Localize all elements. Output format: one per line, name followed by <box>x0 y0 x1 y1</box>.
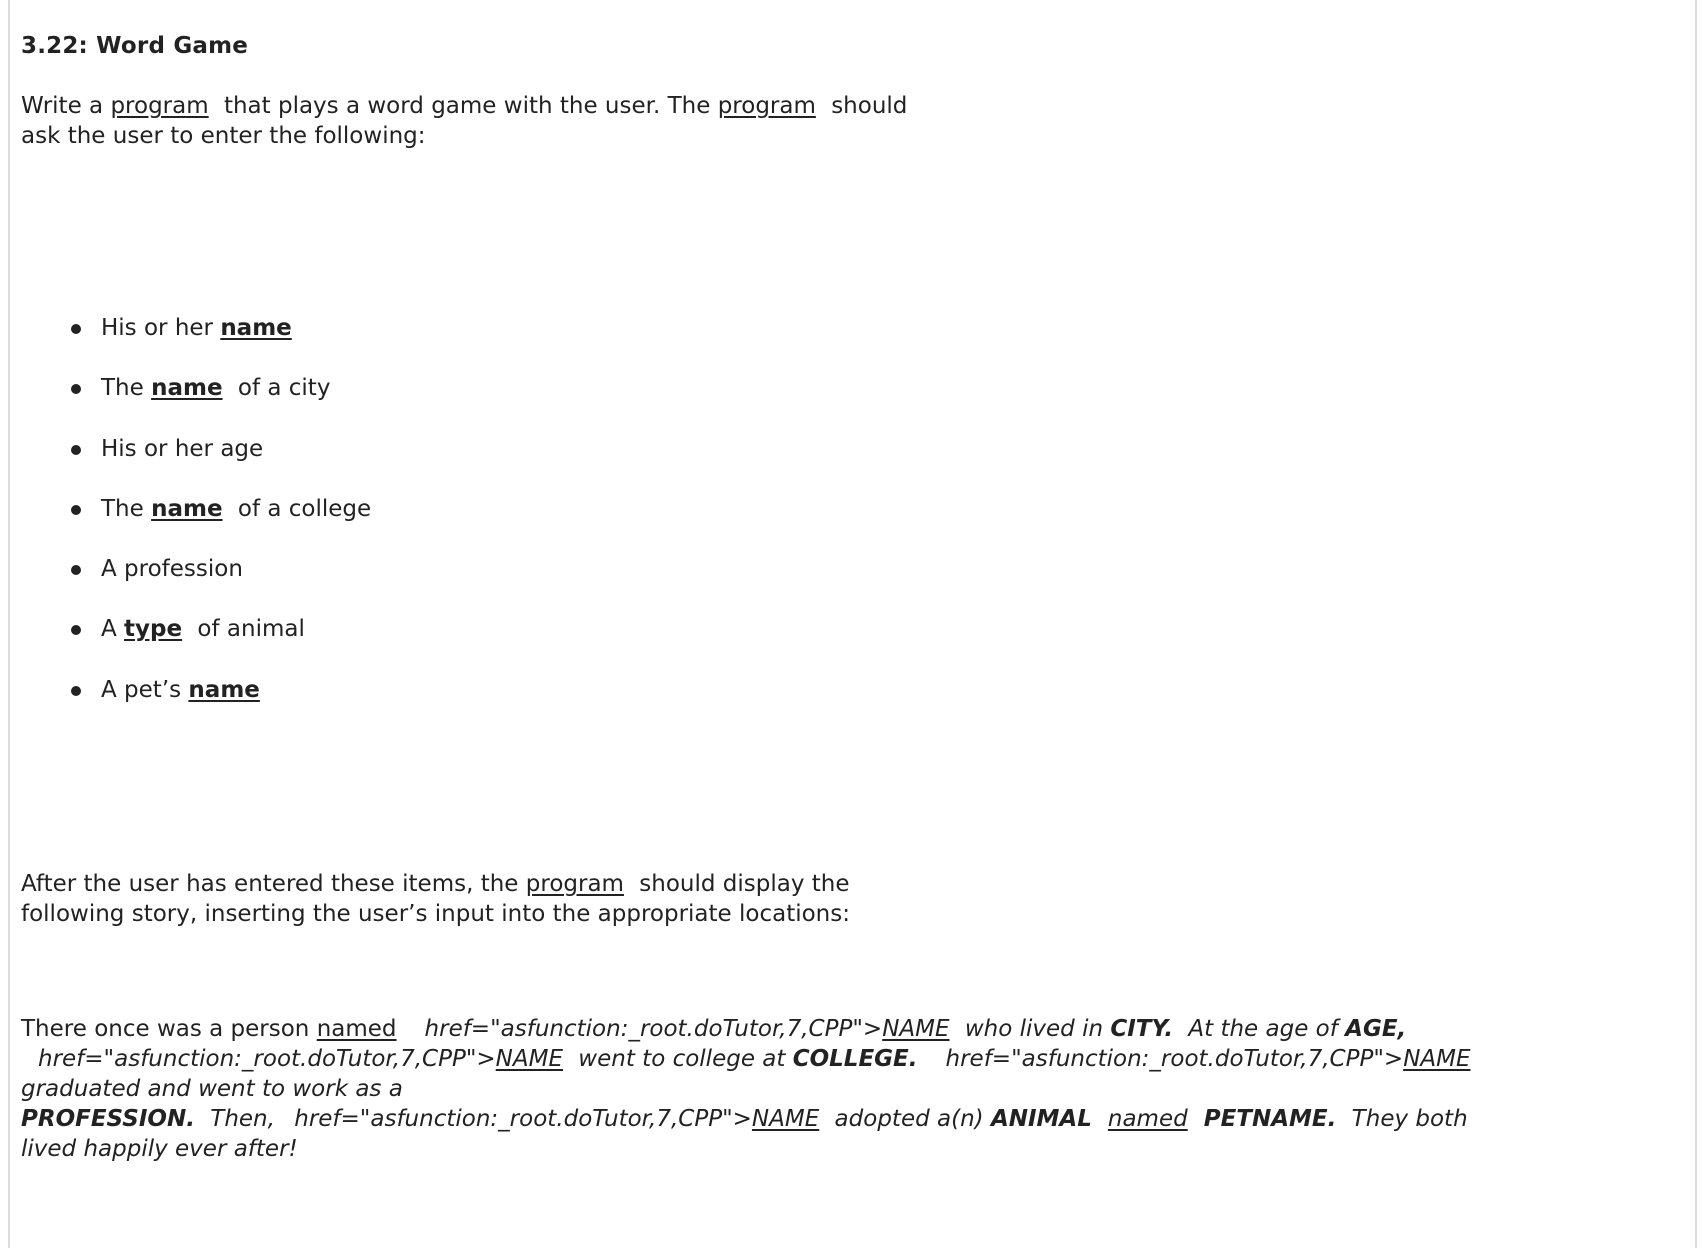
story-line-3: graduated and went to work as a <box>21 1076 403 1102</box>
glossary-link-type[interactable]: type <box>124 616 182 642</box>
list-item-text: His or her <box>101 315 221 341</box>
list-item: A profession <box>21 554 371 614</box>
list-item-text: The <box>101 495 152 522</box>
name-link[interactable]: NAME <box>882 1016 949 1042</box>
placeholder-college: COLLEGE. <box>792 1046 918 1072</box>
content-frame: 3.22: Word Game Write a program that pla… <box>8 0 1697 1248</box>
list-item: The name of a city <box>21 373 371 433</box>
story-href-text: href="asfunction:_root.doTutor,7,CPP"> <box>945 1046 1404 1072</box>
placeholder-profession: PROFESSION. <box>21 1106 195 1132</box>
story-paragraph: There once was a person named href="asfun… <box>21 1014 1471 1164</box>
intro-text: that plays a word game with the user. Th… <box>216 93 718 119</box>
list-item: A pet’s name <box>21 675 371 735</box>
glossary-link-program[interactable]: program <box>526 871 624 897</box>
list-item-text: His or her age <box>101 435 264 462</box>
bullet-icon <box>71 565 81 576</box>
problem-title: 3.22: Word Game <box>21 33 249 59</box>
bullet-icon <box>71 625 81 636</box>
list-item-text: The <box>101 375 152 402</box>
placeholder-age: AGE, <box>1345 1016 1407 1042</box>
intro-text: Write a <box>21 93 111 119</box>
story-text: who lived in <box>957 1016 1111 1042</box>
list-item: His or her age <box>21 434 371 494</box>
list-item-text: of a college <box>230 495 372 522</box>
after-line-2: following story, inserting the user’s in… <box>21 901 850 927</box>
story-line-5: lived happily ever after! <box>21 1136 298 1162</box>
bullet-icon <box>71 504 81 515</box>
glossary-link-program[interactable]: program <box>110 93 208 119</box>
bullet-icon <box>71 444 81 455</box>
list-item-text: of a city <box>230 375 331 402</box>
story-text: went to college at <box>571 1046 793 1072</box>
glossary-link-named[interactable]: named <box>1108 1106 1188 1132</box>
story-line-4: PROFESSION. Then, href="asfunction:_root… <box>21 1104 1471 1134</box>
after-text: After the user has entered these items, … <box>21 871 526 897</box>
bullet-icon <box>71 384 81 395</box>
intro-text: should <box>823 93 908 119</box>
placeholder-petname: PETNAME. <box>1203 1106 1337 1132</box>
glossary-link-program[interactable]: program <box>718 93 816 119</box>
intro-paragraph: Write a program that plays a word game w… <box>21 91 907 151</box>
story-text: Then, <box>202 1106 283 1132</box>
glossary-link-named[interactable]: named <box>317 1016 397 1042</box>
list-item-text: A <box>101 616 125 643</box>
intro-line-2: ask the user to enter the following: <box>21 123 426 149</box>
placeholder-animal: ANIMAL <box>990 1106 1092 1132</box>
after-text: should display the <box>631 871 850 897</box>
input-list: His or her name The name of a city His o… <box>21 313 371 735</box>
list-item-text: of animal <box>190 616 305 643</box>
list-item-text: A pet’s <box>101 676 189 703</box>
list-item: His or her name <box>21 313 371 373</box>
bullet-icon <box>71 685 81 696</box>
list-item-text: A profession <box>101 556 243 583</box>
story-line-2: href="asfunction:_root.doTutor,7,CPP">NA… <box>21 1044 1471 1074</box>
name-link[interactable]: NAME <box>496 1046 563 1072</box>
glossary-link-name[interactable]: name <box>188 677 259 703</box>
bullet-icon <box>71 324 81 334</box>
story-href-text: href="asfunction:_root.doTutor,7,CPP"> <box>294 1106 752 1132</box>
glossary-link-name[interactable]: name <box>151 496 222 522</box>
story-text: There once was a person <box>21 1016 317 1042</box>
story-line-1: There once was a person named href="asfun… <box>21 1014 1471 1044</box>
story-href-text: href="asfunction:_root.doTutor,7,CPP"> <box>38 1046 496 1072</box>
story-href-text: href="asfunction:_root.doTutor,7,CPP"> <box>424 1016 883 1042</box>
glossary-link-name[interactable]: name <box>220 315 291 341</box>
list-item: A type of animal <box>21 614 371 674</box>
placeholder-city: CITY. <box>1110 1016 1174 1042</box>
intro-line-1: Write a program that plays a word game w… <box>21 91 907 121</box>
list-item: The name of a college <box>21 494 371 554</box>
after-paragraph: After the user has entered these items, … <box>21 869 850 929</box>
glossary-link-name[interactable]: name <box>151 375 222 401</box>
story-text: They both <box>1344 1106 1468 1132</box>
story-text: adopted a(n) <box>827 1106 991 1132</box>
name-link[interactable]: NAME <box>752 1106 819 1132</box>
name-link[interactable]: NAME <box>1403 1046 1470 1072</box>
after-line-1: After the user has entered these items, … <box>21 869 850 899</box>
story-text: At the age of <box>1181 1016 1346 1042</box>
